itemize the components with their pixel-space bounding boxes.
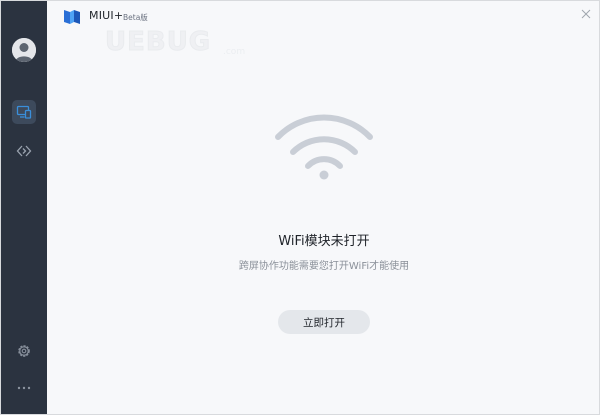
sidebar-item-devices[interactable]: [12, 100, 36, 124]
watermark: UEBUG .com: [104, 27, 265, 63]
connect-icon: [16, 145, 32, 157]
beta-badge: Beta版: [123, 13, 148, 22]
close-icon: [581, 9, 591, 19]
app-title: MIUI+: [89, 9, 124, 22]
more-icon: [17, 386, 31, 390]
close-button[interactable]: [579, 7, 593, 21]
devices-icon: [16, 105, 32, 119]
open-wifi-button[interactable]: 立即打开: [278, 310, 370, 334]
sidebar: [1, 1, 47, 414]
sidebar-item-connect[interactable]: [12, 139, 36, 163]
more-button[interactable]: [12, 375, 36, 399]
wifi-icon: [275, 114, 373, 180]
wifi-off-description: 跨屏协作功能需要您打开WiFi才能使用: [238, 261, 410, 272]
app-window: MIUI+ Beta版 UEBUG .com WiFi模块未打开 跨屏协作功能需…: [0, 0, 600, 415]
gear-icon: [18, 345, 30, 357]
settings-button[interactable]: [12, 339, 36, 363]
wifi-off-title: WiFi模块未打开: [278, 234, 370, 249]
avatar[interactable]: [12, 38, 36, 62]
avatar-icon: [12, 38, 36, 62]
watermark-domain: .com: [223, 47, 246, 57]
miui-logo-icon: [64, 10, 80, 24]
watermark-text: UEBUG: [104, 27, 212, 58]
